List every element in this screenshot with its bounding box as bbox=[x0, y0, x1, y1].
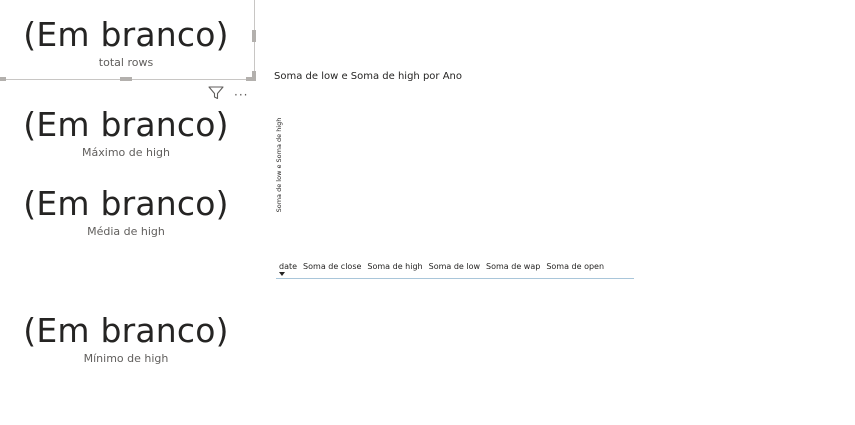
kpi-value: (Em branco) bbox=[23, 184, 229, 223]
column-header-open[interactable]: Soma de open bbox=[543, 262, 607, 271]
data-table: date Soma de close Soma de high Soma de … bbox=[276, 262, 634, 279]
column-header-close[interactable]: Soma de close bbox=[300, 262, 364, 271]
kpi-label: Média de high bbox=[87, 225, 165, 238]
column-header-label: Soma de close bbox=[303, 262, 362, 271]
sort-descending-icon bbox=[279, 272, 285, 276]
filter-icon[interactable] bbox=[208, 86, 224, 103]
column-header-label: Soma de wap bbox=[486, 262, 541, 271]
resize-handle-bottom[interactable] bbox=[120, 77, 132, 81]
kpi-card-min-high[interactable]: (Em branco) Mínimo de high bbox=[0, 312, 252, 366]
column-header-high[interactable]: Soma de high bbox=[364, 262, 425, 271]
resize-handle-right[interactable] bbox=[252, 30, 256, 42]
kpi-value: (Em branco) bbox=[23, 105, 229, 144]
column-header-label: Soma de low bbox=[428, 262, 481, 271]
column-header-wap[interactable]: Soma de wap bbox=[483, 262, 543, 271]
column-header-label: date bbox=[279, 262, 298, 271]
resize-handle-bottom-left[interactable] bbox=[0, 77, 6, 81]
kpi-value: (Em branco) bbox=[23, 311, 229, 350]
column-header-label: Soma de open bbox=[546, 262, 605, 271]
column-header-low[interactable]: Soma de low bbox=[426, 262, 483, 271]
selected-visual-frame bbox=[0, 0, 255, 80]
kpi-label: Mínimo de high bbox=[83, 352, 169, 365]
resize-handle-bottom-right-v[interactable] bbox=[252, 71, 256, 81]
chart-title: Soma de low e Soma de high por Ano bbox=[274, 71, 463, 82]
chart-y-axis-label: Soma de low e Soma de high bbox=[275, 117, 283, 213]
more-options-icon[interactable]: ··· bbox=[234, 89, 248, 101]
kpi-card-avg-high[interactable]: (Em branco) Média de high bbox=[0, 185, 252, 239]
kpi-label: Máximo de high bbox=[82, 146, 170, 159]
kpi-card-max-high[interactable]: (Em branco) Máximo de high bbox=[0, 106, 252, 160]
column-header-date[interactable]: date bbox=[276, 262, 300, 276]
column-header-label: Soma de high bbox=[367, 262, 423, 271]
visual-header: ··· bbox=[208, 86, 248, 103]
table-header-row: date Soma de close Soma de high Soma de … bbox=[276, 262, 634, 278]
